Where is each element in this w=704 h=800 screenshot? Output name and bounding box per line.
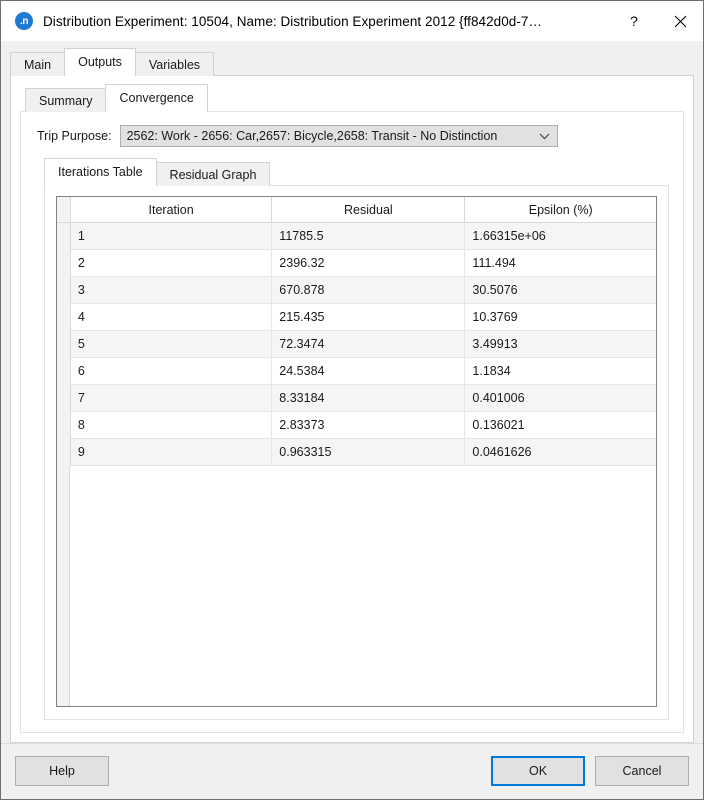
table-row[interactable]: 9 0.963315 0.0461626	[57, 438, 656, 466]
table-row[interactable]: 5 72.3474 3.49913	[57, 330, 656, 358]
table-section: Iterations Table Residual Graph Iteratio…	[44, 158, 669, 720]
cell-residual: 670.878	[271, 276, 466, 304]
table-row[interactable]: 6 24.5384 1.1834	[57, 357, 656, 385]
tab-iterations-table[interactable]: Iterations Table	[44, 158, 157, 186]
table-head: Iteration Residual Epsilon (%)	[57, 197, 656, 223]
cell-iteration: 1	[70, 222, 273, 250]
row-gutter	[57, 303, 71, 331]
row-header-gutter	[57, 197, 71, 223]
app-icon: .n	[15, 12, 33, 30]
window-title: Distribution Experiment: 10504, Name: Di…	[43, 13, 542, 29]
tab-outputs[interactable]: Outputs	[64, 48, 136, 76]
grid-gutter-fill	[57, 466, 70, 706]
column-header-iteration[interactable]: Iteration	[70, 197, 273, 223]
cell-iteration: 8	[70, 411, 273, 439]
cell-epsilon: 1.66315e+06	[464, 222, 656, 250]
cell-residual: 215.435	[271, 303, 466, 331]
dialog-footer: Help OK Cancel	[1, 743, 703, 799]
row-gutter	[57, 384, 71, 412]
tab-residual-graph[interactable]: Residual Graph	[155, 162, 271, 186]
row-gutter	[57, 222, 71, 250]
convergence-panel: Trip Purpose: 2562: Work - 2656: Car,265…	[20, 111, 684, 733]
trip-purpose-value: 2562: Work - 2656: Car,2657: Bicycle,265…	[126, 129, 498, 143]
inner-tabstrip: Summary Convergence	[25, 84, 684, 112]
cell-epsilon: 1.1834	[464, 357, 656, 385]
help-button[interactable]: Help	[15, 756, 109, 786]
ok-button[interactable]: OK	[491, 756, 585, 786]
title-bar: .n Distribution Experiment: 10504, Name:…	[1, 1, 703, 41]
titlebar-help-button[interactable]: ?	[611, 1, 657, 41]
cell-epsilon: 0.136021	[464, 411, 656, 439]
chevron-down-icon	[533, 133, 557, 140]
row-gutter	[57, 330, 71, 358]
cell-iteration: 6	[70, 357, 273, 385]
cell-iteration: 5	[70, 330, 273, 358]
cell-epsilon: 0.401006	[464, 384, 656, 412]
iterations-table: Iteration Residual Epsilon (%) 1 11785.5…	[57, 197, 656, 466]
grid-empty-area	[57, 466, 656, 706]
table-row[interactable]: 4 215.435 10.3769	[57, 303, 656, 331]
cell-residual: 24.5384	[271, 357, 466, 385]
table-header-row: Iteration Residual Epsilon (%)	[57, 197, 656, 223]
cell-iteration: 9	[70, 438, 273, 466]
cell-residual: 72.3474	[271, 330, 466, 358]
table-row[interactable]: 1 11785.5 1.66315e+06	[57, 222, 656, 250]
cell-residual: 8.33184	[271, 384, 466, 412]
cell-iteration: 2	[70, 249, 273, 277]
close-icon	[674, 15, 687, 28]
cell-residual: 2396.32	[271, 249, 466, 277]
table-row[interactable]: 8 2.83373 0.136021	[57, 411, 656, 439]
close-button[interactable]	[657, 1, 703, 41]
outputs-panel: Summary Convergence Trip Purpose: 2562: …	[10, 75, 694, 743]
column-header-residual[interactable]: Residual	[271, 197, 466, 223]
cell-iteration: 3	[70, 276, 273, 304]
iterations-table-panel: Iteration Residual Epsilon (%) 1 11785.5…	[44, 185, 669, 720]
trip-purpose-row: Trip Purpose: 2562: Work - 2656: Car,265…	[37, 125, 671, 147]
cell-epsilon: 3.49913	[464, 330, 656, 358]
footer-divider	[1, 743, 703, 744]
tab-convergence[interactable]: Convergence	[105, 84, 208, 112]
tab-variables[interactable]: Variables	[134, 52, 215, 76]
tab-main[interactable]: Main	[10, 52, 66, 76]
trip-purpose-label: Trip Purpose:	[37, 129, 112, 143]
cell-epsilon: 30.5076	[464, 276, 656, 304]
cell-epsilon: 10.3769	[464, 303, 656, 331]
tab-summary[interactable]: Summary	[25, 88, 107, 112]
table-row[interactable]: 7 8.33184 0.401006	[57, 384, 656, 412]
table-tabstrip: Iterations Table Residual Graph	[44, 158, 669, 186]
cell-residual: 2.83373	[271, 411, 466, 439]
table-row[interactable]: 3 670.878 30.5076	[57, 276, 656, 304]
grid-blank-fill	[70, 466, 656, 706]
trip-purpose-dropdown[interactable]: 2562: Work - 2656: Car,2657: Bicycle,265…	[119, 125, 558, 147]
cell-iteration: 7	[70, 384, 273, 412]
table-body: 1 11785.5 1.66315e+06 2 2396.32 111.494	[57, 222, 656, 466]
row-gutter	[57, 411, 71, 439]
cell-epsilon: 0.0461626	[464, 438, 656, 466]
cell-epsilon: 111.494	[464, 249, 656, 277]
cell-residual: 11785.5	[271, 222, 466, 250]
outer-tabstrip: Main Outputs Variables	[10, 48, 694, 76]
cell-residual: 0.963315	[271, 438, 466, 466]
row-gutter	[57, 438, 71, 466]
row-gutter	[57, 357, 71, 385]
iterations-grid[interactable]: Iteration Residual Epsilon (%) 1 11785.5…	[56, 196, 657, 707]
column-header-epsilon[interactable]: Epsilon (%)	[464, 197, 656, 223]
table-row[interactable]: 2 2396.32 111.494	[57, 249, 656, 277]
row-gutter	[57, 249, 71, 277]
dialog-window: .n Distribution Experiment: 10504, Name:…	[0, 0, 704, 800]
cancel-button[interactable]: Cancel	[595, 756, 689, 786]
dialog-body: Main Outputs Variables Summary Convergen…	[1, 41, 703, 743]
row-gutter	[57, 276, 71, 304]
cell-iteration: 4	[70, 303, 273, 331]
